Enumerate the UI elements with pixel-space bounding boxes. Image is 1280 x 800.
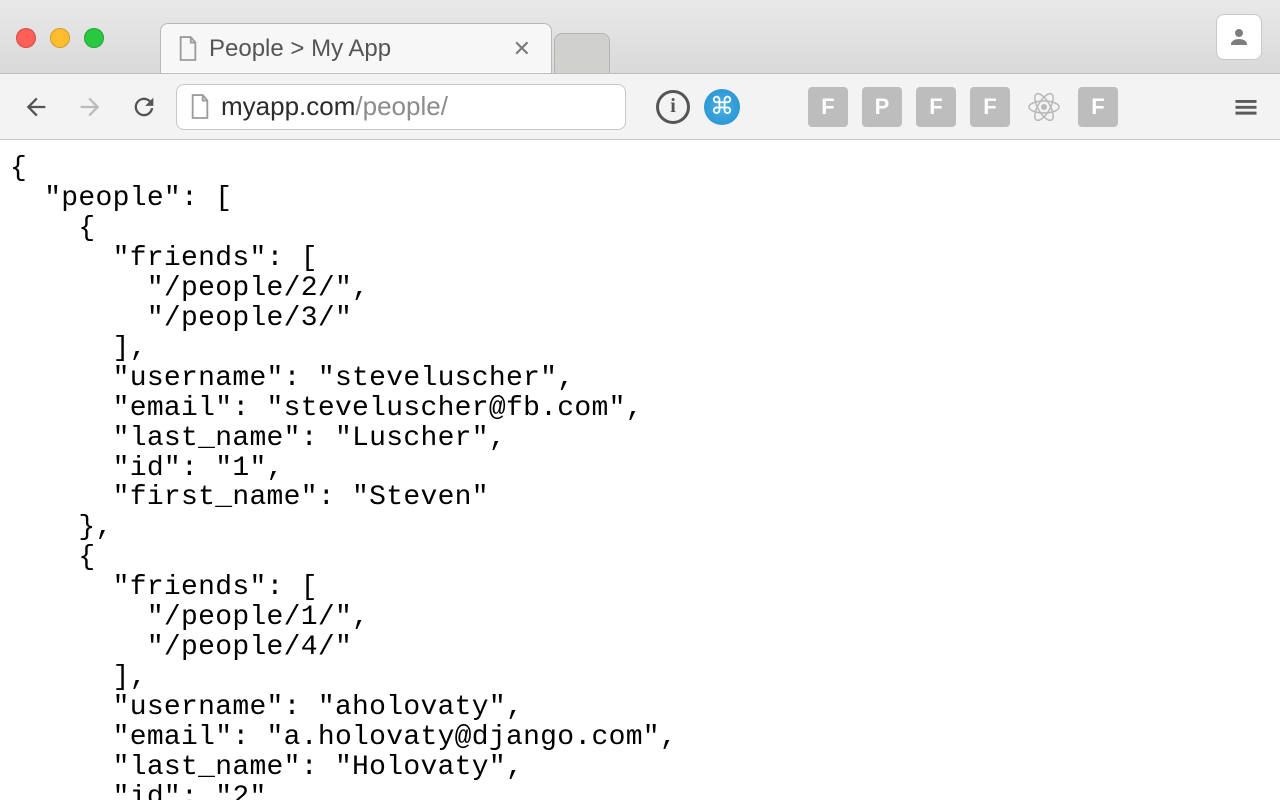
file-icon [189, 94, 211, 120]
browser-toolbar: myapp.com/people/ i ⌘ F P F F F [0, 74, 1280, 140]
profile-button[interactable] [1216, 14, 1262, 60]
browser-tab-active[interactable]: People > My App ✕ [160, 23, 552, 73]
extension-info-icon[interactable]: i [656, 90, 690, 124]
minimize-window-button[interactable] [50, 28, 70, 48]
new-tab-button[interactable] [554, 33, 610, 73]
address-bar-text: myapp.com/people/ [221, 91, 448, 122]
extension-badge[interactable]: F [916, 87, 956, 127]
window-tab-strip: People > My App ✕ [0, 0, 1280, 74]
extension-badge[interactable]: P [862, 87, 902, 127]
extension-react-icon[interactable] [1024, 87, 1064, 127]
menu-button[interactable] [1226, 87, 1266, 127]
extensions-row: i ⌘ F P F F F [656, 87, 1118, 127]
forward-button[interactable] [68, 85, 112, 129]
close-tab-button[interactable]: ✕ [509, 32, 535, 66]
address-host: myapp.com [221, 91, 355, 121]
extension-badge[interactable]: F [970, 87, 1010, 127]
address-bar[interactable]: myapp.com/people/ [176, 84, 626, 130]
extension-badge[interactable]: F [808, 87, 848, 127]
json-response-body: { "people": [ { "friends": [ "/people/2/… [10, 154, 1270, 800]
maximize-window-button[interactable] [84, 28, 104, 48]
extension-command-icon[interactable]: ⌘ [704, 89, 740, 125]
back-button[interactable] [14, 85, 58, 129]
extension-badge[interactable]: F [1078, 87, 1118, 127]
file-icon [177, 36, 199, 62]
page-content: { "people": [ { "friends": [ "/people/2/… [0, 140, 1280, 800]
address-path: /people/ [355, 91, 448, 121]
extension-placeholder[interactable] [754, 87, 794, 127]
reload-button[interactable] [122, 85, 166, 129]
close-window-button[interactable] [16, 28, 36, 48]
tab-title: People > My App [209, 35, 509, 63]
window-controls [16, 28, 104, 48]
